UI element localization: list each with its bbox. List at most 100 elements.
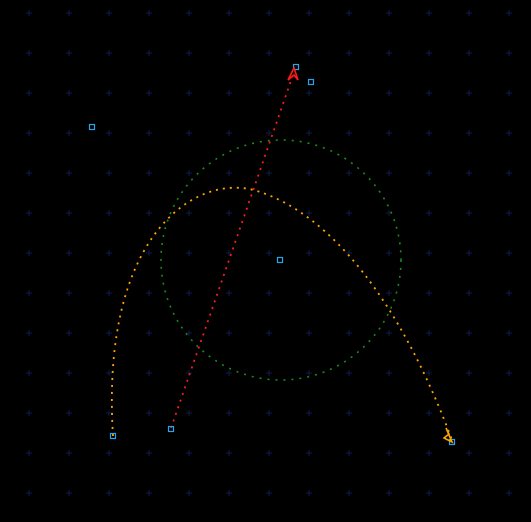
grid-plus-marker xyxy=(466,210,472,216)
grid-plus-marker xyxy=(66,410,72,416)
grid-plus-marker xyxy=(226,170,232,176)
grid-plus-marker xyxy=(306,490,312,496)
grid-plus-marker xyxy=(146,250,152,256)
grid-plus-marker xyxy=(426,50,432,56)
grid-plus-marker xyxy=(146,330,152,336)
grid-plus-marker xyxy=(146,210,152,216)
grid-plus-marker xyxy=(186,450,192,456)
grid-plus-marker xyxy=(466,170,472,176)
grid-plus-marker xyxy=(226,490,232,496)
grid-plus-marker xyxy=(266,450,272,456)
grid-plus-marker xyxy=(186,290,192,296)
grid-plus-marker xyxy=(466,290,472,296)
grid-plus-marker xyxy=(386,10,392,16)
grid-plus-marker xyxy=(346,490,352,496)
grid-plus-marker xyxy=(226,10,232,16)
grid-plus-marker xyxy=(506,50,512,56)
grid-plus-marker xyxy=(226,50,232,56)
grid-plus-marker xyxy=(26,490,32,496)
grid-plus-marker xyxy=(146,290,152,296)
grid-plus-marker xyxy=(146,450,152,456)
grid-plus-marker xyxy=(466,10,472,16)
grid-plus-marker xyxy=(506,90,512,96)
grid-plus-marker xyxy=(26,410,32,416)
grid-plus-marker xyxy=(266,290,272,296)
grid-plus-marker xyxy=(266,50,272,56)
grid-plus-marker xyxy=(226,130,232,136)
grid-plus-marker xyxy=(226,370,232,376)
grid-plus-marker xyxy=(26,10,32,16)
grid-plus-marker xyxy=(466,330,472,336)
grid-plus-marker xyxy=(226,90,232,96)
grid-plus-marker xyxy=(266,10,272,16)
grid-plus-marker xyxy=(346,210,352,216)
grid-plus-marker xyxy=(506,210,512,216)
grid-plus-marker xyxy=(26,130,32,136)
grid-plus-marker xyxy=(506,450,512,456)
grid-plus-marker xyxy=(506,490,512,496)
square-node-icon[interactable] xyxy=(307,78,315,86)
square-node-icon[interactable] xyxy=(276,256,284,264)
grid-plus-marker xyxy=(386,410,392,416)
orange-dotted-trajectory xyxy=(110,186,453,441)
grid-plus-marker xyxy=(26,50,32,56)
grid-plus-marker xyxy=(66,490,72,496)
grid-plus-marker xyxy=(186,490,192,496)
grid-plus-marker xyxy=(306,290,312,296)
grid-plus-marker xyxy=(426,10,432,16)
grid-plus-marker xyxy=(266,90,272,96)
grid-plus-marker xyxy=(306,10,312,16)
grid-plus-marker xyxy=(306,410,312,416)
grid-plus-marker xyxy=(66,90,72,96)
grid-plus-marker xyxy=(306,50,312,56)
grid-plus-marker xyxy=(466,130,472,136)
grid-plus-marker xyxy=(186,410,192,416)
grid-plus-marker xyxy=(66,170,72,176)
grid-plus-marker xyxy=(346,450,352,456)
grid-plus-marker xyxy=(386,370,392,376)
grid-plus-marker xyxy=(66,370,72,376)
grid-plus-marker xyxy=(106,490,112,496)
grid-plus-marker xyxy=(386,450,392,456)
grid-plus-marker xyxy=(306,330,312,336)
grid-plus-marker xyxy=(306,250,312,256)
grid-plus-marker xyxy=(506,330,512,336)
grid-plus-marker xyxy=(386,50,392,56)
grid-plus-marker xyxy=(106,290,112,296)
grid-plus-marker xyxy=(346,50,352,56)
grid-plus-marker xyxy=(386,90,392,96)
grid-plus-marker xyxy=(66,130,72,136)
grid-plus-marker xyxy=(66,50,72,56)
game-canvas[interactable] xyxy=(0,0,531,522)
grid-plus-marker xyxy=(26,210,32,216)
grid-plus-marker xyxy=(306,210,312,216)
grid-plus-marker xyxy=(106,130,112,136)
grid-plus-marker xyxy=(466,450,472,456)
grid-plus-marker xyxy=(186,370,192,376)
grid-plus-marker xyxy=(506,250,512,256)
grid-plus-marker xyxy=(106,170,112,176)
grid-plus-marker xyxy=(186,250,192,256)
grid-plus-marker xyxy=(26,370,32,376)
square-node-icon[interactable] xyxy=(88,123,96,131)
grid-plus-marker xyxy=(346,170,352,176)
grid-plus-marker xyxy=(266,490,272,496)
grid-plus-marker xyxy=(106,90,112,96)
grid-plus-marker xyxy=(186,210,192,216)
grid-plus-marker xyxy=(426,250,432,256)
grid-plus-marker xyxy=(266,410,272,416)
grid-plus-marker xyxy=(226,290,232,296)
grid-plus-marker xyxy=(186,90,192,96)
grid-plus-marker xyxy=(306,170,312,176)
grid-plus-marker xyxy=(266,250,272,256)
grid-plus-marker xyxy=(506,370,512,376)
grid-plus-marker xyxy=(146,50,152,56)
grid-plus-marker xyxy=(426,370,432,376)
grid-plus-marker xyxy=(506,10,512,16)
grid-plus-marker xyxy=(426,210,432,216)
grid-plus-marker xyxy=(506,130,512,136)
grid-plus-marker xyxy=(266,370,272,376)
grid-plus-marker xyxy=(146,170,152,176)
grid-plus-marker xyxy=(226,210,232,216)
grid-plus-marker xyxy=(186,50,192,56)
